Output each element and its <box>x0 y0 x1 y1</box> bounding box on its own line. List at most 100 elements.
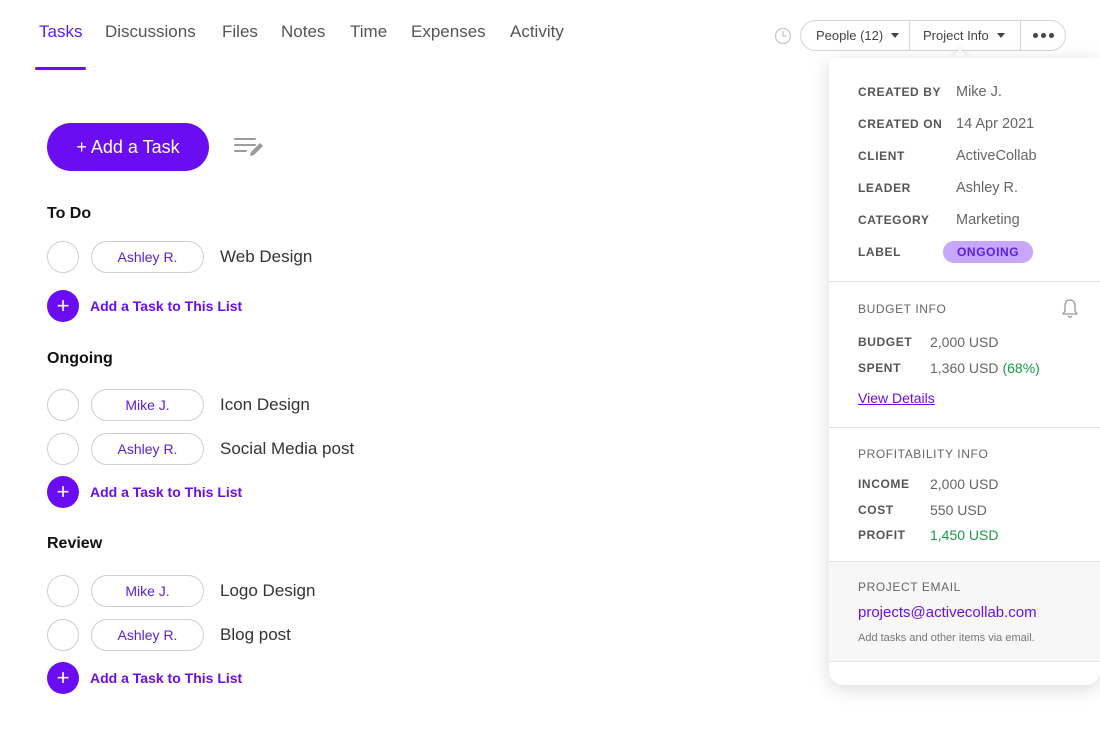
assignee-pill[interactable]: Mike J. <box>91 389 204 421</box>
detail-key: CLIENT <box>858 149 905 163</box>
task-name[interactable]: Blog post <box>220 625 291 645</box>
detail-created-on: CREATED ON 14 Apr 2021 <box>858 116 1034 132</box>
profit-row: PROFIT 1,450 USD <box>858 527 998 543</box>
add-task-to-list-label: Add a Task to This List <box>90 670 243 686</box>
cost-key: COST <box>858 503 894 517</box>
project-info-dropdown[interactable]: Project Info <box>910 21 1021 50</box>
task-name[interactable]: Social Media post <box>220 439 354 459</box>
project-email-note: Add tasks and other items via email. <box>858 632 1035 644</box>
cost-value: 550 USD <box>930 502 987 518</box>
detail-created-by: CREATED BY Mike J. <box>858 84 1002 100</box>
more-dots-icon <box>1032 33 1054 38</box>
profitability-heading: PROFITABILITY INFO <box>858 447 989 461</box>
detail-label: LABEL ONGOING <box>858 241 1034 263</box>
people-label: People (12) <box>816 28 884 43</box>
list-title-ongoing: Ongoing <box>47 350 113 367</box>
detail-value: Ashley R. <box>956 180 1019 196</box>
status-badge[interactable]: ONGOING <box>943 241 1034 263</box>
view-details-row: View Details <box>858 390 935 406</box>
profit-key: PROFIT <box>858 528 906 542</box>
income-value: 2,000 USD <box>930 476 999 492</box>
assignee-pill[interactable]: Ashley R. <box>91 433 204 465</box>
people-dropdown[interactable]: People (12) <box>801 21 910 50</box>
assignee-pill[interactable]: Mike J. <box>91 575 204 607</box>
detail-leader: LEADER Ashley R. <box>858 180 1018 196</box>
tab-notes[interactable]: Notes <box>281 22 325 70</box>
spent-percent: (68%) <box>1002 360 1040 376</box>
add-task-to-list-label: Add a Task to This List <box>90 298 243 314</box>
project-toolbar: People (12) Project Info <box>800 20 1066 51</box>
project-email-note-row: Add tasks and other items via email. <box>858 632 1035 644</box>
task-name[interactable]: Icon Design <box>220 395 310 415</box>
assignee-pill[interactable]: Ashley R. <box>91 619 204 651</box>
detail-category: CATEGORY Marketing <box>858 212 1020 228</box>
view-details-link[interactable]: View Details <box>858 390 935 406</box>
project-details-section: CREATED BY Mike J. CREATED ON 14 Apr 202… <box>829 58 1100 282</box>
add-task-to-list-ongoing[interactable]: + Add a Task to This List <box>47 476 242 508</box>
edit-list-icon[interactable] <box>233 134 265 160</box>
task-checkbox[interactable] <box>47 433 79 465</box>
detail-key: CREATED ON <box>858 117 943 131</box>
task-row: Ashley R. Blog post <box>47 619 291 651</box>
spent-key: SPENT <box>858 361 902 375</box>
clock-icon[interactable] <box>774 27 792 45</box>
tab-bar: Tasks Discussions Files Notes Time Expen… <box>0 0 760 70</box>
tab-time[interactable]: Time <box>350 22 387 70</box>
project-email-row: projects@activecollab.com <box>858 604 1037 621</box>
detail-client: CLIENT ActiveCollab <box>858 148 1037 164</box>
detail-key: CREATED BY <box>858 85 942 99</box>
spent-value: 1,360 USD <box>930 360 999 376</box>
add-task-button[interactable]: + Add a Task <box>47 123 209 171</box>
plus-icon: + <box>47 290 79 322</box>
add-task-to-list-label: Add a Task to This List <box>90 484 243 500</box>
income-key: INCOME <box>858 477 910 491</box>
task-name[interactable]: Web Design <box>220 247 312 267</box>
add-task-to-list-to-do[interactable]: + Add a Task to This List <box>47 290 242 322</box>
task-row: Mike J. Icon Design <box>47 389 310 421</box>
project-email-section: PROJECT EMAIL projects@activecollab.com … <box>829 562 1100 662</box>
tab-files[interactable]: Files <box>222 22 258 70</box>
income-row: INCOME 2,000 USD <box>858 476 998 492</box>
project-email-link[interactable]: projects@activecollab.com <box>858 604 1037 621</box>
budget-heading: BUDGET INFO <box>858 302 947 316</box>
caret-down-icon <box>996 33 1005 38</box>
task-row: Ashley R. Social Media post <box>47 433 354 465</box>
detail-value: Marketing <box>956 212 1020 228</box>
detail-value: Mike J. <box>956 84 1002 100</box>
task-checkbox[interactable] <box>47 575 79 607</box>
caret-down-icon <box>891 33 900 38</box>
detail-value: 14 Apr 2021 <box>956 116 1035 132</box>
profitability-section: PROFITABILITY INFO INCOME 2,000 USD COST… <box>829 428 1100 562</box>
detail-key: LABEL <box>858 245 901 259</box>
budget-key: BUDGET <box>858 335 913 349</box>
assignee-pill[interactable]: Ashley R. <box>91 241 204 273</box>
list-title-to-do: To Do <box>47 205 92 222</box>
tab-expenses[interactable]: Expenses <box>411 22 486 70</box>
bell-icon[interactable] <box>1060 298 1080 320</box>
project-email-heading: PROJECT EMAIL <box>858 580 961 594</box>
budget-value: 2,000 USD <box>930 334 999 350</box>
detail-value: ActiveCollab <box>956 148 1037 164</box>
budget-row: BUDGET 2,000 USD <box>858 334 998 350</box>
profit-value: 1,450 USD <box>930 527 999 543</box>
detail-key: LEADER <box>858 181 911 195</box>
spent-row: SPENT 1,360 USD (68%) <box>858 360 1040 376</box>
task-row: Mike J. Logo Design <box>47 575 315 607</box>
task-checkbox[interactable] <box>47 241 79 273</box>
list-title-review: Review <box>47 535 103 552</box>
tab-activity[interactable]: Activity <box>510 22 564 70</box>
more-options-button[interactable] <box>1021 21 1065 50</box>
plus-icon: + <box>47 476 79 508</box>
tab-tasks[interactable]: Tasks <box>34 22 87 70</box>
task-checkbox[interactable] <box>47 389 79 421</box>
cost-row: COST 550 USD <box>858 502 987 518</box>
task-row: Ashley R. Web Design <box>47 241 312 273</box>
plus-icon: + <box>47 662 79 694</box>
project-info-label: Project Info <box>923 28 989 43</box>
detail-key: CATEGORY <box>858 213 930 227</box>
task-name[interactable]: Logo Design <box>220 581 315 601</box>
tab-discussions[interactable]: Discussions <box>105 22 196 70</box>
add-task-to-list-review[interactable]: + Add a Task to This List <box>47 662 242 694</box>
project-info-popover: CREATED BY Mike J. CREATED ON 14 Apr 202… <box>829 58 1100 685</box>
task-checkbox[interactable] <box>47 619 79 651</box>
